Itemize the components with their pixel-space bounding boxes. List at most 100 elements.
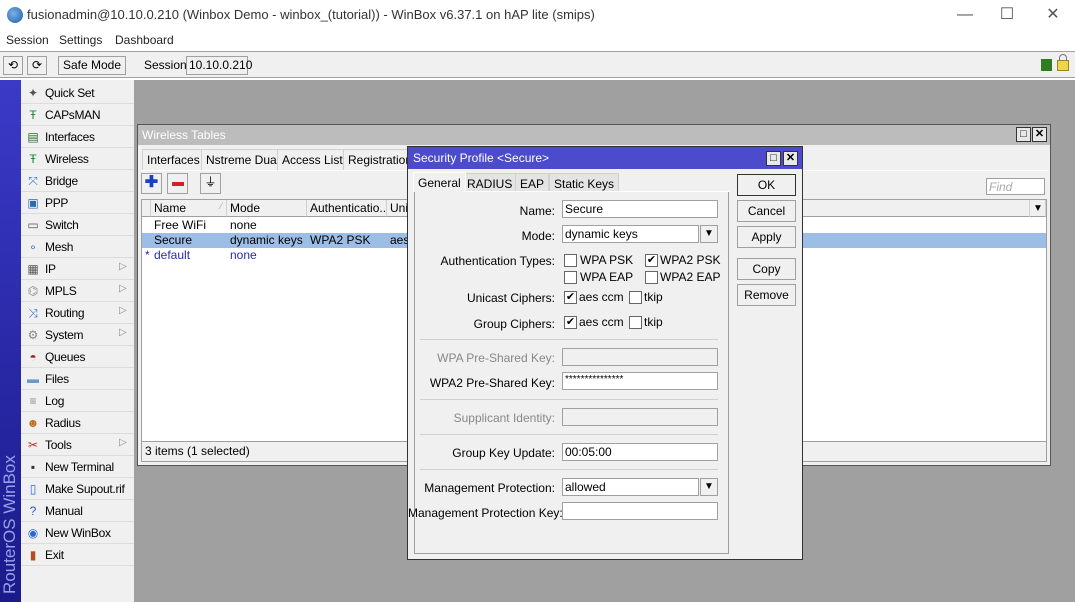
- wireless-tables-title-bar[interactable]: Wireless Tables: [138, 125, 1050, 145]
- check-icon: ✔: [646, 254, 657, 266]
- group-aes-ccm-checkbox[interactable]: ✔: [564, 316, 577, 329]
- undo-button[interactable]: ⟲: [3, 56, 23, 75]
- unicast-tkip-checkbox[interactable]: [629, 291, 642, 304]
- sidebar-item-queues[interactable]: ◓ Queues: [21, 346, 134, 368]
- unicast-aes-ccm-checkbox[interactable]: ✔: [564, 291, 577, 304]
- minus-icon: [171, 182, 184, 186]
- management-protection-key-input[interactable]: [562, 502, 718, 520]
- close-button[interactable]: ✕: [1038, 4, 1068, 26]
- sidebar-item-capsman[interactable]: Ŧ CAPsMAN: [21, 104, 134, 126]
- sidebar-item-tools[interactable]: ✂ Tools ▷: [21, 434, 134, 456]
- wpa-eap-checkbox[interactable]: [564, 271, 577, 284]
- sidebar-item-mpls[interactable]: ⌬ MPLS ▷: [21, 280, 134, 302]
- sidebar-item-switch[interactable]: ▭ Switch: [21, 214, 134, 236]
- unicast-ciphers-label: Unicast Ciphers:: [466, 291, 555, 305]
- wt-maximize-button[interactable]: □: [1016, 127, 1031, 142]
- wpa-psk-key-input[interactable]: [562, 348, 718, 366]
- filter-icon: ⏚: [204, 175, 217, 189]
- ip-icon: ▦: [27, 262, 39, 276]
- tab-interfaces[interactable]: Interfaces: [142, 149, 205, 170]
- wpa-psk-checkbox[interactable]: [564, 254, 577, 267]
- menu-settings[interactable]: Settings: [59, 33, 102, 47]
- management-protection-dropdown-icon[interactable]: ▼: [700, 478, 718, 496]
- management-protection-select[interactable]: allowed: [562, 478, 699, 496]
- menu-bar: Session Settings Dashboard: [0, 30, 1075, 50]
- sp-close-button[interactable]: ✕: [783, 151, 798, 166]
- sidebar-item-wireless[interactable]: Ŧ Wireless: [21, 148, 134, 170]
- redo-button[interactable]: ⟳: [27, 56, 47, 75]
- sidebar-item-ppp[interactable]: ▣ PPP: [21, 192, 134, 214]
- submenu-arrow-icon: ▷: [119, 437, 127, 448]
- mode-dropdown-icon[interactable]: ▼: [700, 225, 718, 243]
- sidebar-item-label: Bridge: [45, 174, 78, 188]
- sidebar-item-new-terminal[interactable]: ▪ New Terminal: [21, 456, 134, 478]
- security-profile-title-bar[interactable]: Security Profile <Secure>: [408, 147, 802, 169]
- sidebar-item-label: CAPsMAN: [45, 108, 101, 122]
- sidebar-item-mesh[interactable]: ∘ Mesh: [21, 236, 134, 258]
- filter-button[interactable]: ⏚: [200, 173, 221, 194]
- sidebar-item-label: Log: [45, 394, 65, 408]
- log-icon: ≡: [29, 394, 37, 408]
- sidebar-item-ip[interactable]: ▦ IP ▷: [21, 258, 134, 280]
- sidebar-item-manual[interactable]: ? Manual: [21, 500, 134, 522]
- sidebar-item-label: New Terminal: [45, 460, 114, 474]
- sidebar-item-label: Manual: [45, 504, 83, 518]
- sidebar-item-new-winbox[interactable]: ◉ New WinBox: [21, 522, 134, 544]
- group-tkip-label: tkip: [644, 315, 663, 329]
- remove-button[interactable]: [167, 173, 188, 194]
- wt-close-button[interactable]: ✕: [1032, 127, 1047, 142]
- sidebar-item-make-supout-rif[interactable]: ▯ Make Supout.rif: [21, 478, 134, 500]
- sidebar-item-interfaces[interactable]: ▤ Interfaces: [21, 126, 134, 148]
- document-icon: ▯: [29, 482, 37, 496]
- tab-access-list[interactable]: Access List: [277, 149, 348, 170]
- name-input[interactable]: Secure: [562, 200, 718, 218]
- cancel-button[interactable]: Cancel: [737, 200, 796, 222]
- safe-mode-button[interactable]: Safe Mode: [58, 56, 126, 75]
- sidebar-item-label: Routing: [45, 306, 85, 320]
- tab-registration[interactable]: Registration: [343, 149, 418, 170]
- wpa2-eap-checkbox[interactable]: [645, 271, 658, 284]
- add-button[interactable]: ✚: [141, 173, 162, 194]
- wpa2-psk-checkbox[interactable]: ✔: [645, 254, 658, 267]
- sp-maximize-button[interactable]: □: [766, 151, 781, 166]
- submenu-arrow-icon: ▷: [119, 261, 127, 272]
- group-tkip-checkbox[interactable]: [629, 316, 642, 329]
- find-input[interactable]: Find: [986, 178, 1045, 195]
- users-icon: ☻: [26, 416, 40, 430]
- menu-session[interactable]: Session: [6, 33, 49, 47]
- mesh-icon: ∘: [29, 240, 37, 254]
- security-profile-title: Security Profile <Secure>: [413, 151, 550, 165]
- column-header-mode[interactable]: Mode: [227, 200, 307, 217]
- maximize-button[interactable]: ☐: [992, 4, 1022, 26]
- remove-button[interactable]: Remove: [737, 284, 796, 306]
- ok-button[interactable]: OK: [737, 174, 796, 196]
- sidebar-item-exit[interactable]: ▮ Exit: [21, 544, 134, 566]
- sidebar-item-quick-set[interactable]: ✦ Quick Set: [21, 82, 134, 104]
- columns-dropdown-icon[interactable]: ▼: [1029, 200, 1046, 217]
- sidebar-item-routing[interactable]: ⤨ Routing ▷: [21, 302, 134, 324]
- group-key-update-input[interactable]: 00:05:00: [562, 443, 718, 461]
- minimize-button[interactable]: —: [950, 4, 980, 26]
- wpa2-psk-key-label: WPA2 Pre-Shared Key:: [429, 376, 555, 390]
- copy-button[interactable]: Copy: [737, 258, 796, 280]
- wpa2-psk-key-input[interactable]: ***************: [562, 372, 718, 390]
- lock-shackle: [1059, 54, 1067, 61]
- sidebar-item-label: Queues: [45, 350, 86, 364]
- column-header-name[interactable]: Name ⁄: [151, 200, 227, 217]
- toolbar: ⟲ ⟳ Safe Mode Session: 10.10.0.210: [0, 51, 1075, 78]
- tab-general[interactable]: General: [413, 172, 466, 192]
- mode-select[interactable]: dynamic keys: [562, 225, 699, 243]
- sidebar-item-system[interactable]: ⚙ System ▷: [21, 324, 134, 346]
- session-label: Session:: [144, 58, 191, 72]
- tab-nstreme-dual[interactable]: Nstreme Dual: [201, 149, 285, 170]
- supplicant-identity-input[interactable]: [562, 408, 718, 426]
- sidebar-item-files[interactable]: ▬ Files: [21, 368, 134, 390]
- sidebar: ✦ Quick Set Ŧ CAPsMAN ▤ Interfaces Ŧ Wireless ⤧ B…: [21, 80, 134, 602]
- sidebar-item-log[interactable]: ≡ Log: [21, 390, 134, 412]
- apply-button[interactable]: Apply: [737, 226, 796, 248]
- sidebar-item-radius[interactable]: ☻ Radius: [21, 412, 134, 434]
- sidebar-item-bridge[interactable]: ⤧ Bridge: [21, 170, 134, 192]
- terminal-icon: ▪: [30, 460, 36, 474]
- column-header-authentication[interactable]: Authenticatio...: [307, 200, 387, 217]
- menu-dashboard[interactable]: Dashboard: [115, 33, 174, 47]
